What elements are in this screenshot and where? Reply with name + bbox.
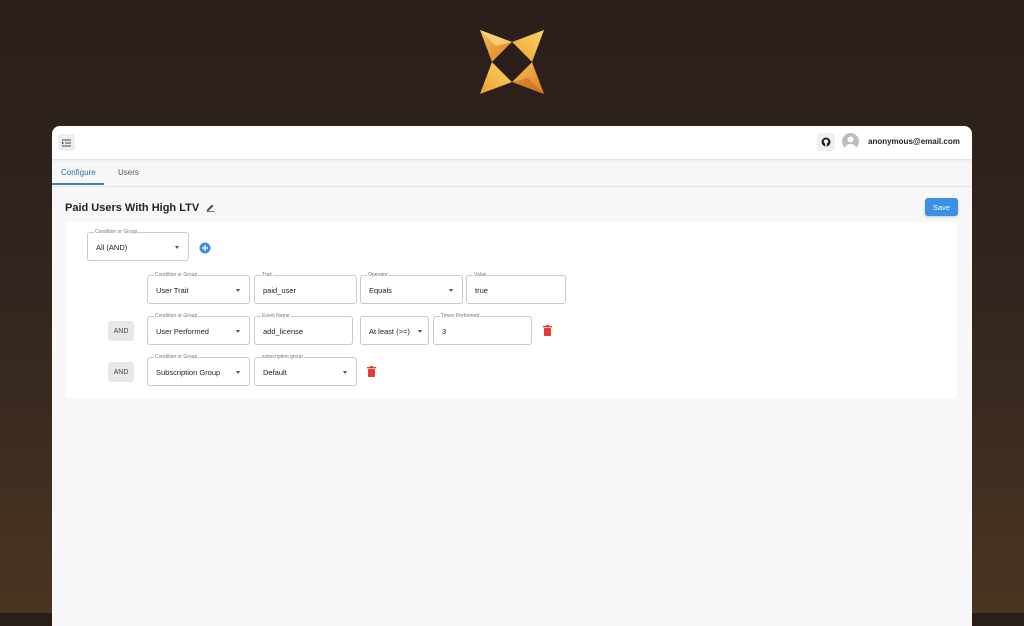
edit-icon[interactable]	[206, 203, 215, 212]
tab-users[interactable]: Users	[118, 168, 139, 177]
condition-type-select[interactable]: Condition or Group Subscription Group	[147, 354, 250, 386]
field-value: All (AND)	[96, 243, 128, 252]
tab-bar: Configure Users	[52, 160, 972, 187]
github-icon	[821, 137, 831, 147]
value-input[interactable]: Value true	[466, 272, 566, 304]
save-button[interactable]: Save	[925, 198, 958, 216]
avatar[interactable]	[842, 133, 859, 150]
field-value: Equals	[369, 286, 392, 295]
chevron-down-icon	[175, 246, 179, 249]
field-label: subscription group	[261, 354, 304, 361]
field-value: User Performed	[156, 327, 209, 336]
add-circle-icon[interactable]	[199, 242, 211, 254]
field-value: At least (>=)	[369, 327, 410, 336]
field-label: Trait	[261, 272, 273, 279]
chevron-down-icon	[236, 330, 240, 333]
menu-icon	[62, 139, 71, 146]
field-value: true	[475, 286, 488, 295]
trait-input[interactable]: Trait paid_user	[254, 272, 357, 304]
field-label: Condition or Group	[154, 272, 199, 279]
field-value: paid_user	[263, 286, 296, 295]
top-bar: anonymous@email.com	[52, 126, 972, 160]
field-label: Value	[473, 272, 488, 279]
app-window: anonymous@email.com Configure Users Paid…	[52, 126, 972, 626]
menu-toggle-button[interactable]	[58, 134, 75, 151]
condition-type-select[interactable]: Condition or Group User Trait	[147, 272, 250, 304]
event-name-input[interactable]: Event Name add_license	[254, 313, 353, 345]
logo-star-icon	[480, 30, 544, 94]
field-label: Times Performed	[440, 313, 481, 320]
condition-type-select[interactable]: Condition or Group User Performed	[147, 313, 250, 345]
and-connector: AND	[108, 362, 134, 382]
page-title: Paid Users With High LTV	[65, 202, 200, 214]
times-performed-input[interactable]: Times Performed 3	[433, 313, 532, 345]
trash-icon[interactable]	[367, 366, 376, 377]
field-label: Event Name	[261, 313, 291, 320]
avatar-icon	[845, 136, 856, 150]
root-group-select[interactable]: Condition or Group All (AND)	[87, 229, 189, 261]
field-value: 3	[442, 327, 447, 336]
chevron-down-icon	[418, 330, 422, 333]
active-tab-indicator	[52, 183, 104, 185]
field-label: Condition or Group	[154, 354, 199, 361]
field-value: add_license	[263, 327, 304, 336]
field-label: Condition or Group	[94, 229, 139, 236]
segment-editor-panel: Condition or Group All (AND) Condition o…	[66, 222, 957, 398]
and-connector: AND	[108, 321, 134, 341]
subscription-group-select[interactable]: subscription group Default	[254, 354, 357, 386]
field-label: Operator	[367, 272, 389, 279]
user-email: anonymous@email.com	[868, 137, 960, 146]
field-value: Subscription Group	[156, 368, 221, 377]
github-button[interactable]	[817, 133, 835, 151]
operator-select[interactable]: At least (>=)	[360, 316, 429, 345]
operator-select[interactable]: Operator Equals	[360, 272, 463, 304]
field-label: Condition or Group	[154, 313, 199, 320]
trash-icon[interactable]	[543, 325, 552, 336]
field-value: Default	[263, 368, 287, 377]
field-value: User Trait	[156, 286, 189, 295]
chevron-down-icon	[236, 289, 240, 292]
chevron-down-icon	[343, 371, 347, 374]
chevron-down-icon	[449, 289, 453, 292]
chevron-down-icon	[236, 371, 240, 374]
tab-configure[interactable]: Configure	[61, 168, 96, 177]
